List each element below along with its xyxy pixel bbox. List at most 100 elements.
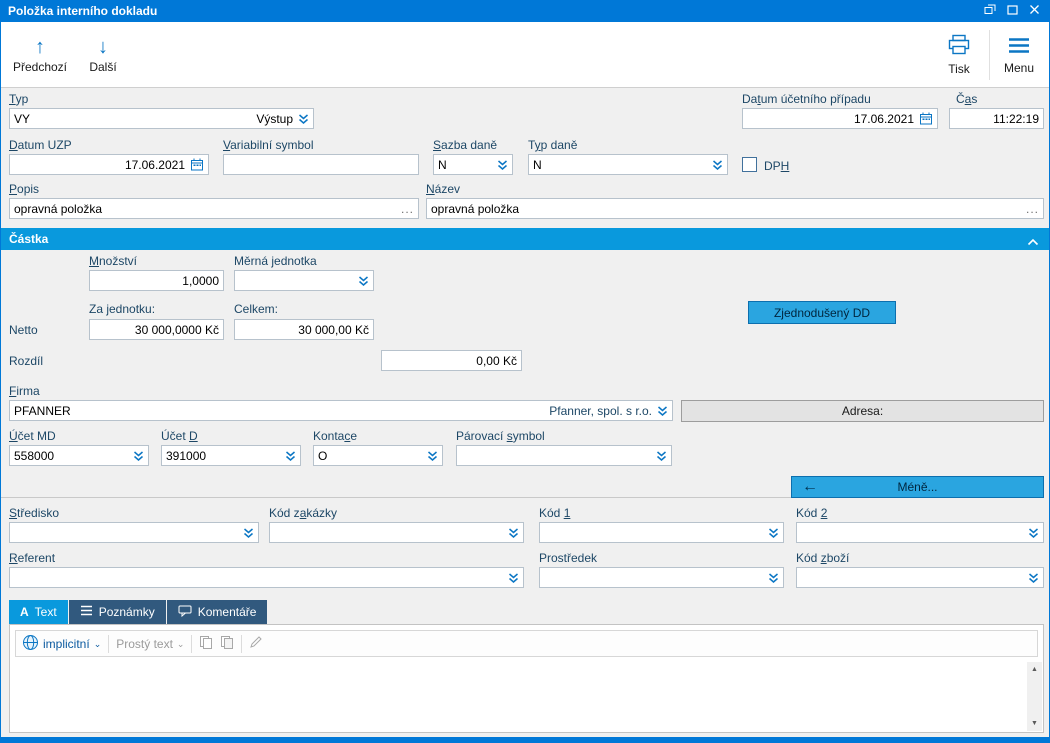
referent-combo[interactable] <box>9 567 524 588</box>
datum-ucetniho-pripadu-field[interactable]: 17.06.2021 <box>742 108 938 129</box>
datum-ucetniho-pripadu-label: Datum účetního případu <box>742 92 871 106</box>
dropdown-icon[interactable] <box>768 527 779 539</box>
popis-field[interactable]: opravná položka ... <box>9 198 419 219</box>
ucet-md-combo[interactable]: 558000 <box>9 445 149 466</box>
tab-poznamky[interactable]: Poznámky <box>68 600 166 624</box>
format-select[interactable]: Prostý text ⌄ <box>116 637 184 651</box>
bottom-tab-strip: A Text Poznámky Komentáře <box>9 600 268 624</box>
dropdown-icon[interactable] <box>358 275 369 287</box>
sazba-dane-combo[interactable]: N <box>433 154 513 175</box>
popout-window-button[interactable] <box>979 1 1001 21</box>
vertical-scrollbar[interactable]: ▲ ▼ <box>1027 662 1042 731</box>
kod-zbozi-combo[interactable] <box>796 567 1044 588</box>
zjednoduseny-dd-button[interactable]: Zjednodušený DD <box>748 301 896 324</box>
menu-button[interactable]: Menu <box>995 27 1043 83</box>
datum-uzp-field[interactable]: 17.06.2021 <box>9 154 209 175</box>
kod-zakazky-combo[interactable] <box>269 522 524 543</box>
bottom-accent-bar <box>1 737 1049 743</box>
dropdown-icon[interactable] <box>508 572 519 584</box>
netto-za-jednotku-field[interactable]: 30 000,0000 Kč <box>89 319 224 340</box>
dph-checkbox[interactable] <box>742 157 757 172</box>
chevron-up-icon[interactable] <box>1027 235 1039 249</box>
netto-za-jednotku-value: 30 000,0000 Kč <box>134 322 219 337</box>
dropdown-icon[interactable] <box>1028 572 1039 584</box>
parovaci-symbol-combo[interactable] <box>456 445 672 466</box>
netto-label: Netto <box>9 323 38 337</box>
scroll-up-icon: ▲ <box>1031 666 1038 673</box>
cas-field[interactable]: 11:22:19 <box>949 108 1044 129</box>
kontace-combo[interactable]: O <box>313 445 443 466</box>
arrow-down-icon: ↓ <box>98 35 108 58</box>
typ-combo[interactable]: VY Výstup <box>9 108 314 129</box>
rozdil-field[interactable]: 0,00 Kč <box>381 350 522 371</box>
dropdown-icon[interactable] <box>497 159 508 171</box>
scroll-down-icon: ▼ <box>1031 720 1038 727</box>
ucet-d-label: Účet D <box>161 429 198 443</box>
cas-label: Čas <box>956 92 978 106</box>
mene-button[interactable]: ← Méně... <box>791 476 1044 498</box>
kontace-label: Kontace <box>313 429 358 443</box>
dropdown-icon[interactable] <box>768 572 779 584</box>
maximize-button[interactable] <box>1001 1 1023 21</box>
previous-button[interactable]: ↑ Předchozí <box>7 27 73 83</box>
calendar-icon[interactable] <box>919 112 933 125</box>
dropdown-icon[interactable] <box>298 113 309 125</box>
celkem-label: Celkem: <box>234 302 279 316</box>
kod-1-combo[interactable] <box>539 522 784 543</box>
typ-dane-label: Typ daně <box>528 138 578 152</box>
window-title: Položka interního dokladu <box>8 4 158 18</box>
firma-combo[interactable]: PFANNER Pfanner, spol. s r.o. <box>9 400 673 421</box>
netto-celkem-field[interactable]: 30 000,00 Kč <box>234 319 374 340</box>
dropdown-icon[interactable] <box>712 159 723 171</box>
variabilni-symbol-field[interactable] <box>223 154 419 175</box>
ellipsis-icon[interactable]: ... <box>401 202 414 216</box>
text-content-area[interactable] <box>11 662 1026 731</box>
copy-button[interactable] <box>199 635 213 653</box>
print-label: Tisk <box>948 62 970 76</box>
edit-button[interactable] <box>249 635 263 652</box>
paste-button[interactable] <box>220 635 234 653</box>
rozdil-value: 0,00 Kč <box>476 353 517 368</box>
typ-dane-combo[interactable]: N <box>528 154 728 175</box>
ellipsis-icon[interactable]: ... <box>1026 202 1039 216</box>
adresa-button[interactable]: Adresa: <box>681 400 1044 422</box>
scroll-up-button[interactable]: ▲ <box>1027 662 1042 677</box>
cas-value: 11:22:19 <box>993 111 1039 126</box>
stredisko-combo[interactable] <box>9 522 259 543</box>
mene-label: Méně... <box>897 480 938 494</box>
close-button[interactable] <box>1023 1 1045 21</box>
scroll-down-button[interactable]: ▼ <box>1027 716 1042 731</box>
merna-jednotka-combo[interactable] <box>234 270 374 291</box>
ucet-d-combo[interactable]: 391000 <box>161 445 301 466</box>
dropdown-icon[interactable] <box>427 450 438 462</box>
ucet-md-value: 558000 <box>14 448 55 463</box>
dropdown-icon[interactable] <box>508 527 519 539</box>
dialog-window: Položka interního dokladu ↑ Předchozí ↓ … <box>0 0 1050 743</box>
next-button[interactable]: ↓ Další <box>79 27 127 83</box>
dropdown-icon[interactable] <box>1028 527 1039 539</box>
language-select[interactable]: implicitní ⌄ <box>22 634 101 654</box>
mnozstvi-field[interactable]: 1,0000 <box>89 270 224 291</box>
dropdown-icon[interactable] <box>133 450 144 462</box>
typ-value: VY <box>14 111 31 126</box>
prostredek-combo[interactable] <box>539 567 784 588</box>
dropdown-icon[interactable] <box>243 527 254 539</box>
arrow-left-icon: ← <box>802 478 818 495</box>
dropdown-icon[interactable] <box>285 450 296 462</box>
popout-icon <box>984 4 996 18</box>
print-button[interactable]: Tisk <box>934 27 984 83</box>
ucet-md-label: Účet MD <box>9 429 56 443</box>
dropdown-icon[interactable] <box>657 405 668 417</box>
castka-section-header[interactable]: Částka <box>1 228 1049 250</box>
popis-label: Popis <box>9 182 40 196</box>
tab-komentare[interactable]: Komentáře <box>166 600 268 624</box>
toolbar: ↑ Předchozí ↓ Další Tisk Menu <box>1 22 1049 88</box>
nazev-field[interactable]: opravná položka ... <box>426 198 1044 219</box>
caret-down-icon: ⌄ <box>176 638 185 649</box>
tab-text[interactable]: A Text <box>9 600 68 624</box>
kod-2-combo[interactable] <box>796 522 1044 543</box>
dropdown-icon[interactable] <box>656 450 667 462</box>
copy-icon <box>199 635 213 653</box>
firma-label: Firma <box>9 384 40 398</box>
calendar-icon[interactable] <box>190 158 204 171</box>
